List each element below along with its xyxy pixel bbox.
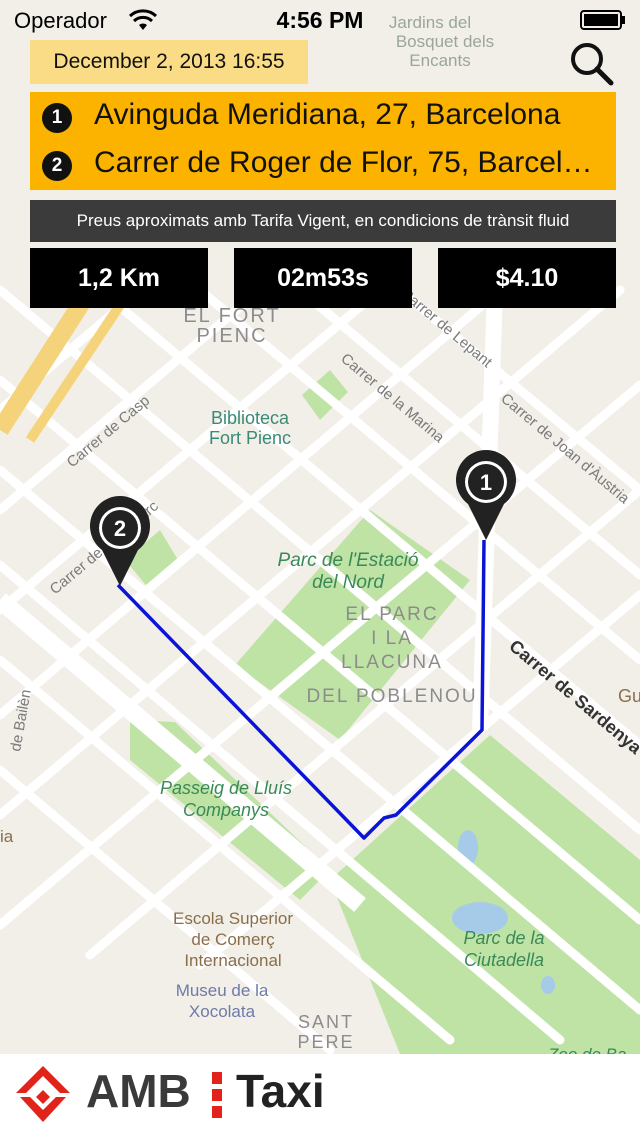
origin-address[interactable]: Avinguda Meridiana, 27, Barcelona <box>94 98 604 132</box>
label-gu: Gu <box>618 686 640 706</box>
label-encants: Encants <box>409 51 470 70</box>
label-escola: Escola Superior <box>173 909 293 928</box>
label-ciutadella: Ciutadella <box>464 950 544 970</box>
label-xocolata: Xocolata <box>189 1002 256 1021</box>
brand-taxi: Taxi <box>236 1065 325 1117</box>
search-icon[interactable] <box>566 38 616 88</box>
brand-amb: AMB <box>86 1065 191 1117</box>
brand-separator <box>212 1072 222 1118</box>
distance-stat: 1,2 Km <box>30 248 208 308</box>
label-del-nord: del Nord <box>312 572 385 593</box>
label-parc-estacio: Parc de l'Estació <box>278 550 419 571</box>
status-bar: Operador 4:56 PM <box>0 0 640 40</box>
label-de-comerc: de Comerç <box>191 930 275 949</box>
label-parc-de-la: Parc de la <box>463 928 544 948</box>
status-time: 4:56 PM <box>276 7 364 33</box>
label-el-fort: EL FORT <box>183 305 280 327</box>
label-internacional: Internacional <box>184 951 281 970</box>
destination-number-badge: 2 <box>42 151 72 181</box>
label-del-poblenou: DEL POBLENOU <box>306 686 477 707</box>
amb-logo-icon <box>16 1066 70 1122</box>
route-addresses-panel: 1 Avinguda Meridiana, 27, Barcelona 2 Ca… <box>30 92 616 190</box>
duration-stat: 02m53s <box>234 248 412 308</box>
label-i-la: I LA <box>371 628 413 649</box>
battery-icon <box>580 10 625 30</box>
fare-info-text: Preus aproximats amb Tarifa Vigent, en c… <box>30 200 616 242</box>
label-pere: PERE <box>297 1032 354 1052</box>
label-museu: Museu de la <box>176 981 269 1000</box>
label-ia: ia <box>0 827 14 846</box>
label-passeig: Passeig de Lluís <box>160 778 292 798</box>
label-pienc: PIENC <box>196 325 267 347</box>
label-fort-pienc: Fort Pienc <box>209 428 291 448</box>
origin-row[interactable]: 1 Avinguda Meridiana, 27, Barcelona <box>30 94 616 140</box>
footer-brand-bar: AMB Taxi <box>0 1054 640 1136</box>
price-stat: $4.10 <box>438 248 616 308</box>
date-time-badge[interactable]: December 2, 2013 16:55 <box>30 40 308 84</box>
pin-2-label: 2 <box>114 516 126 541</box>
lake-small-2 <box>541 976 555 994</box>
label-companys: Companys <box>183 800 269 820</box>
destination-row[interactable]: 2 Carrer de Roger de Flor, 75, Barcelona <box>30 142 616 188</box>
label-biblioteca: Biblioteca <box>211 408 290 428</box>
destination-address[interactable]: Carrer de Roger de Flor, 75, Barcelona <box>94 146 604 180</box>
label-sant: SANT <box>298 1012 354 1032</box>
label-llacuna: LLACUNA <box>341 652 443 673</box>
pin-1-label: 1 <box>480 470 492 495</box>
origin-number-badge: 1 <box>42 103 72 133</box>
label-el-parc: EL PARC <box>345 604 438 625</box>
